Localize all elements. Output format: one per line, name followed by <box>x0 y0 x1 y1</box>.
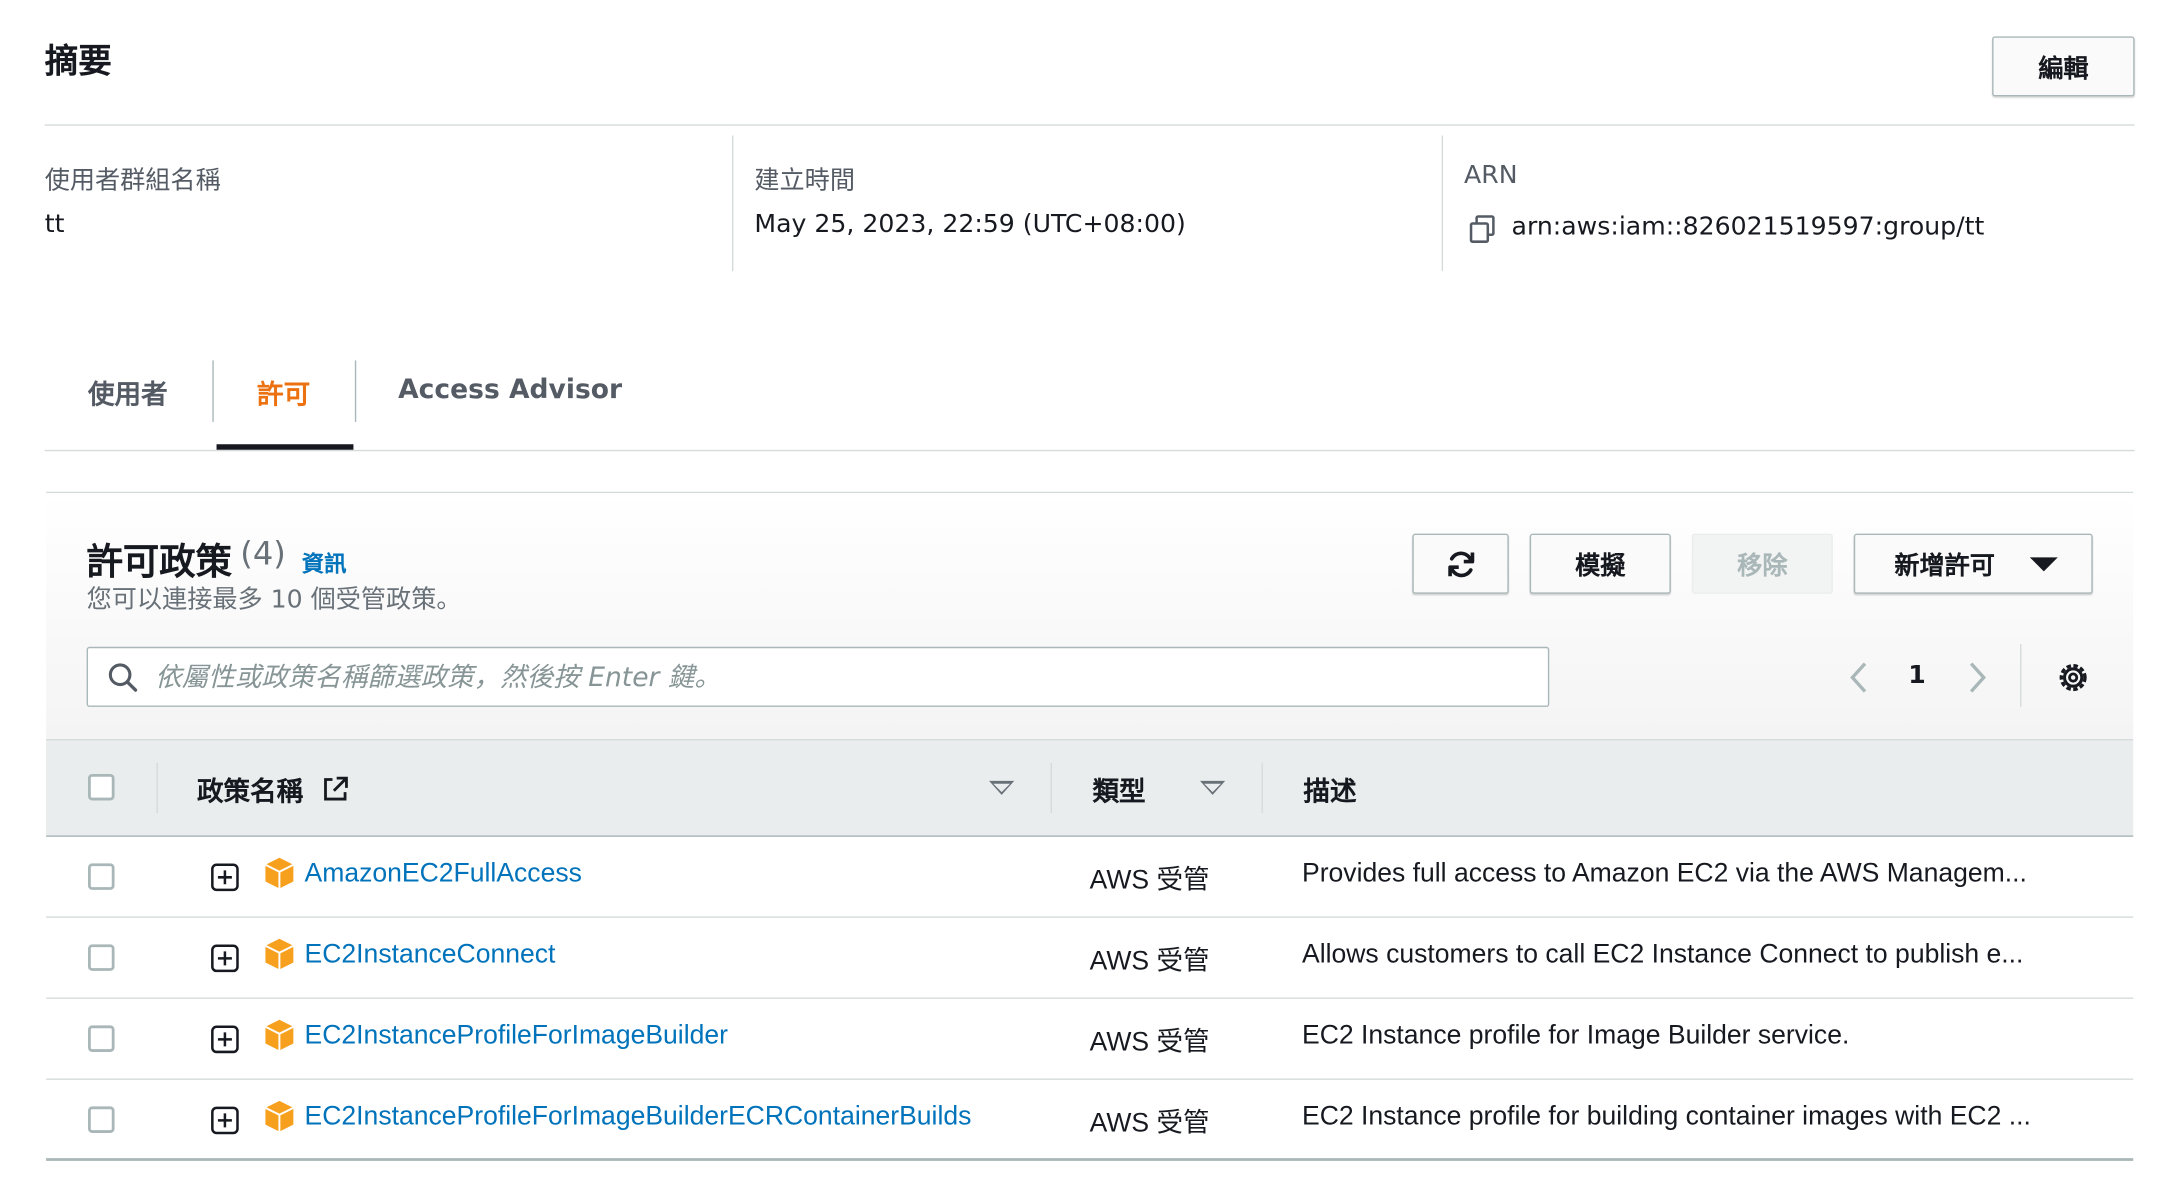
group-name-label: 使用者群組名稱 <box>44 166 221 196</box>
arn-value: arn:aws:iam::826021519597:group/tt <box>1511 212 1985 242</box>
gear-icon[interactable] <box>2055 659 2091 695</box>
row-checkbox[interactable] <box>88 1025 115 1052</box>
expand-icon[interactable] <box>210 943 241 974</box>
search-icon <box>108 663 138 692</box>
tabs-divider <box>44 449 2135 452</box>
column-separator <box>1050 762 1052 814</box>
add-permissions-button[interactable]: 新增許可 <box>1853 533 2093 594</box>
simulate-button[interactable]: 模擬 <box>1529 533 1671 594</box>
tab-users[interactable]: 使用者 <box>88 374 168 412</box>
policy-type: AWS 受管 <box>1089 947 1210 977</box>
policy-package-icon <box>264 1019 294 1051</box>
policy-type: AWS 受管 <box>1089 1109 1210 1139</box>
policy-name-link[interactable]: AmazonEC2FullAccess <box>305 859 582 890</box>
caret-down-icon <box>2029 557 2058 572</box>
column-divider <box>732 135 734 272</box>
created-label: 建立時間 <box>754 166 855 196</box>
column-divider <box>1441 135 1444 272</box>
row-checkbox[interactable] <box>88 863 115 890</box>
policy-description: Provides full access to Amazon EC2 via t… <box>1302 859 2027 889</box>
iam-group-page: 摘要 編輯 使用者群組名稱 tt 建立時間 May 25, 2023, 22:5… <box>0 0 2179 1187</box>
info-link[interactable]: 資訊 <box>302 545 347 579</box>
pager-separator <box>2020 644 2022 707</box>
policy-description: Allows customers to call EC2 Instance Co… <box>1302 940 2024 970</box>
row-checkbox[interactable] <box>88 944 115 971</box>
remove-button[interactable]: 移除 <box>1691 533 1833 594</box>
panel-description: 您可以連接最多 10 個受管政策。 <box>86 585 462 615</box>
policy-package-icon <box>264 1100 294 1132</box>
policy-description: EC2 Instance profile for Image Builder s… <box>1302 1021 1850 1051</box>
summary-divider <box>44 124 2135 126</box>
tab-permissions[interactable]: 許可 <box>257 374 310 412</box>
edit-button[interactable]: 編輯 <box>1992 36 2135 97</box>
panel-header: 許可政策 (4) 資訊 您可以連接最多 10 個受管政策。 模擬 移除 新增許可 <box>46 493 2134 740</box>
policy-name-link[interactable]: EC2InstanceProfileForImageBuilderECRCont… <box>305 1102 972 1133</box>
column-separator <box>156 762 158 814</box>
add-permissions-label: 新增許可 <box>1894 551 1995 581</box>
refresh-icon <box>1447 550 1474 577</box>
external-link-icon <box>324 776 348 801</box>
policy-package-icon <box>264 857 294 889</box>
arn-label: ARN <box>1464 160 1518 190</box>
policy-type: AWS 受管 <box>1089 866 1210 896</box>
column-separator <box>1261 762 1263 814</box>
column-header-type[interactable]: 類型 <box>1092 771 1145 809</box>
tab-separator <box>354 360 357 422</box>
panel-title: 許可政策 <box>86 542 232 584</box>
expand-icon[interactable] <box>210 862 241 893</box>
permissions-panel: 許可政策 (4) 資訊 您可以連接最多 10 個受管政策。 模擬 移除 新增許可 <box>46 491 2134 1161</box>
column-header-name[interactable]: 政策名稱 <box>197 771 303 809</box>
summary-title: 摘要 <box>44 41 112 82</box>
policy-name-link[interactable]: EC2InstanceProfileForImageBuilder <box>305 1021 728 1052</box>
tab-access-advisor[interactable]: Access Advisor <box>398 374 622 405</box>
table-header: 政策名稱 類型 描述 <box>46 739 2134 837</box>
select-all-checkbox[interactable] <box>88 773 115 801</box>
table-row: EC2InstanceProfileForImageBuilderECRCont… <box>46 1080 2134 1161</box>
chevron-left-icon[interactable] <box>1845 658 1873 697</box>
table-row: AmazonEC2FullAccess AWS 受管 Provides full… <box>46 837 2134 918</box>
table-row: EC2InstanceProfileForImageBuilder AWS 受管… <box>46 999 2134 1080</box>
column-header-description: 描述 <box>1303 776 1357 808</box>
sort-icon[interactable] <box>989 780 1015 795</box>
policy-name-link[interactable]: EC2InstanceConnect <box>305 940 556 971</box>
tab-separator <box>212 360 214 422</box>
expand-icon[interactable] <box>210 1105 241 1136</box>
expand-icon[interactable] <box>210 1024 241 1055</box>
policy-type: AWS 受管 <box>1089 1028 1210 1058</box>
table-row: EC2InstanceConnect AWS 受管 Allows custome… <box>46 918 2134 999</box>
policy-count: (4) <box>240 536 286 573</box>
search-field[interactable] <box>86 646 1550 707</box>
row-checkbox[interactable] <box>88 1106 115 1133</box>
created-value: May 25, 2023, 22:59 (UTC+08:00) <box>754 209 1186 239</box>
chevron-right-icon[interactable] <box>1963 658 1991 697</box>
refresh-button[interactable] <box>1412 533 1509 594</box>
policy-package-icon <box>264 938 294 970</box>
policy-description: EC2 Instance profile for building contai… <box>1302 1102 2031 1132</box>
search-input[interactable] <box>155 648 1539 706</box>
sort-icon[interactable] <box>1200 780 1226 795</box>
group-name-value: tt <box>44 209 65 239</box>
page-number[interactable]: 1 <box>1908 661 1926 690</box>
copy-icon[interactable] <box>1467 214 1498 245</box>
